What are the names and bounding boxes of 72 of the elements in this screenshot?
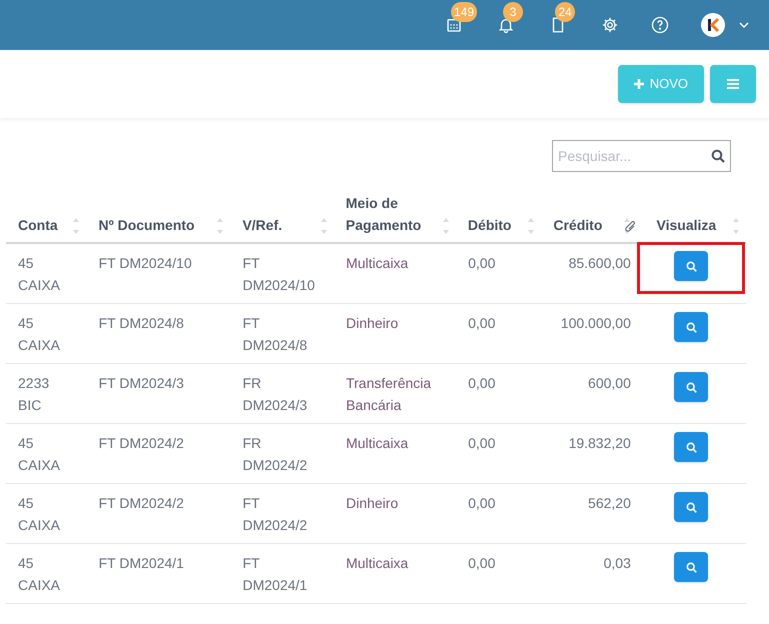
table-cell: Multicaixa xyxy=(346,255,408,271)
table-cell: FR DM2024/2 xyxy=(242,435,308,473)
table-cell: 100.000,00 xyxy=(560,315,631,331)
search-field[interactable]: Pesquisar... xyxy=(552,140,731,172)
search-icon xyxy=(686,442,697,452)
count-badge: 149 xyxy=(451,2,478,22)
menu-button[interactable] xyxy=(710,65,756,103)
table-cell: 45 CAIXA xyxy=(18,495,60,533)
table-cell: FR DM2024/3 xyxy=(242,375,308,413)
table-cell: 562,20 xyxy=(588,495,631,511)
new-button[interactable]: NOVO xyxy=(618,65,704,103)
search-icon xyxy=(686,502,697,512)
search-icon xyxy=(686,260,697,272)
view-button[interactable] xyxy=(674,552,708,582)
table-cell: 0,03 xyxy=(604,555,631,571)
avatar-icon[interactable] xyxy=(701,13,725,37)
help-icon[interactable] xyxy=(651,16,669,34)
table-cell: 0,00 xyxy=(468,555,496,571)
bell-icon[interactable] xyxy=(497,16,515,34)
table-cell: 0,00 xyxy=(468,495,496,511)
table-cell: FT DM2024/2 xyxy=(98,495,184,511)
search-input[interactable]: Pesquisar... xyxy=(558,146,711,166)
count-badge: 3 xyxy=(503,2,523,22)
table-cell: 45 CAIXA xyxy=(18,435,60,473)
table-cell: FT DM2024/3 xyxy=(98,375,184,391)
table-cell: FT DM2024/10 xyxy=(242,255,315,293)
column-header: Visualiza xyxy=(656,216,716,235)
table-cell: 0,00 xyxy=(468,435,496,451)
column-header: Débito xyxy=(468,216,512,235)
view-button[interactable] xyxy=(674,372,708,402)
plus-icon xyxy=(634,79,644,89)
table-cell: Multicaixa xyxy=(346,555,408,571)
table-cell: Transferência Bancária xyxy=(346,375,432,413)
table-cell: Dinheiro xyxy=(346,315,398,331)
chevron-down-icon[interactable] xyxy=(739,22,749,28)
paperclip-icon xyxy=(624,220,637,234)
search-icon[interactable] xyxy=(711,149,725,163)
search-icon xyxy=(686,562,697,572)
table-cell: FT DM2024/8 xyxy=(98,315,184,331)
view-button[interactable] xyxy=(674,251,708,281)
table-cell: FT DM2024/10 xyxy=(98,255,192,271)
view-button[interactable] xyxy=(674,492,708,522)
column-header: Crédito xyxy=(553,216,602,235)
count-badge: 24 xyxy=(555,2,575,22)
table-cell: FT DM2024/2 xyxy=(242,495,308,533)
table-cell: FT DM2024/1 xyxy=(242,555,308,593)
table-cell: 0,00 xyxy=(468,315,496,331)
column-header: V/Ref. xyxy=(242,216,282,235)
table-cell: 2233 BIC xyxy=(18,375,50,413)
sort-icon[interactable] xyxy=(622,216,631,236)
table-cell: 45 CAIXA xyxy=(18,555,60,593)
table-cell: FT DM2024/1 xyxy=(98,555,184,571)
table-cell: FT DM2024/2 xyxy=(98,435,184,451)
table-cell: 0,00 xyxy=(468,255,496,271)
table-cell: 85.600,00 xyxy=(568,255,631,271)
column-header: Meio de Pagamento xyxy=(346,194,422,235)
view-button[interactable] xyxy=(674,432,708,462)
table-cell: FT DM2024/8 xyxy=(242,315,308,353)
view-button[interactable] xyxy=(674,312,708,342)
menu-icon xyxy=(727,79,739,89)
table-cell: Dinheiro xyxy=(346,495,398,511)
search-icon xyxy=(686,382,697,392)
table-cell: 600,00 xyxy=(588,375,631,391)
table-cell: 45 CAIXA xyxy=(18,255,60,293)
table-cell: Multicaixa xyxy=(346,435,408,451)
search-icon xyxy=(686,322,697,332)
table-cell: 0,00 xyxy=(468,375,496,391)
table-cell: 19.832,20 xyxy=(568,435,631,451)
column-header: Nº Documento xyxy=(98,216,195,235)
table-cell: 45 CAIXA xyxy=(18,315,60,353)
column-header: Conta xyxy=(18,216,58,235)
settings-icon[interactable] xyxy=(601,16,619,34)
